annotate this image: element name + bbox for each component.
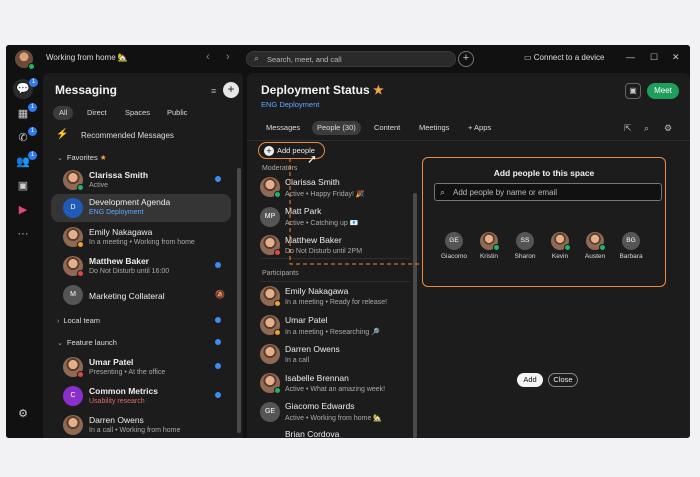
add-people-input[interactable]: ⌕ Add people by name or email: [434, 183, 662, 201]
suggested-name: Kristin: [479, 253, 499, 260]
suggested-name: Sharon: [514, 253, 536, 260]
suggested-person[interactable]: Austen: [580, 232, 610, 260]
suggested-name: Barbara: [619, 253, 643, 260]
search-icon: ⌕: [440, 187, 446, 197]
suggested-name: Kevin: [551, 253, 569, 260]
suggested-name: Austen: [584, 253, 606, 260]
avatar: SS: [516, 232, 534, 250]
panel-title: Add people to this space: [493, 168, 595, 178]
add-people-panel: Add people to this space ⌕ Add people by…: [422, 157, 666, 287]
presence-dot: [564, 244, 571, 251]
add-people-placeholder: Add people by name or email: [453, 188, 558, 197]
suggested-person[interactable]: GE Giacomo: [439, 232, 469, 260]
callout-line: [289, 158, 422, 265]
add-button[interactable]: Add: [517, 373, 543, 387]
avatar: BG: [622, 232, 640, 250]
suggested-person[interactable]: SS Sharon: [510, 232, 540, 260]
suggested-person[interactable]: BG Barbara: [616, 232, 646, 260]
presence-dot: [599, 244, 606, 251]
close-button[interactable]: Close: [548, 373, 578, 387]
avatar: GE: [445, 232, 463, 250]
suggested-person[interactable]: Kristin: [474, 232, 504, 260]
presence-dot: [493, 244, 500, 251]
suggested-person[interactable]: Kevin: [545, 232, 575, 260]
suggested-name: Giacomo: [440, 253, 467, 260]
mouse-pointer-icon: ➚: [307, 152, 318, 166]
